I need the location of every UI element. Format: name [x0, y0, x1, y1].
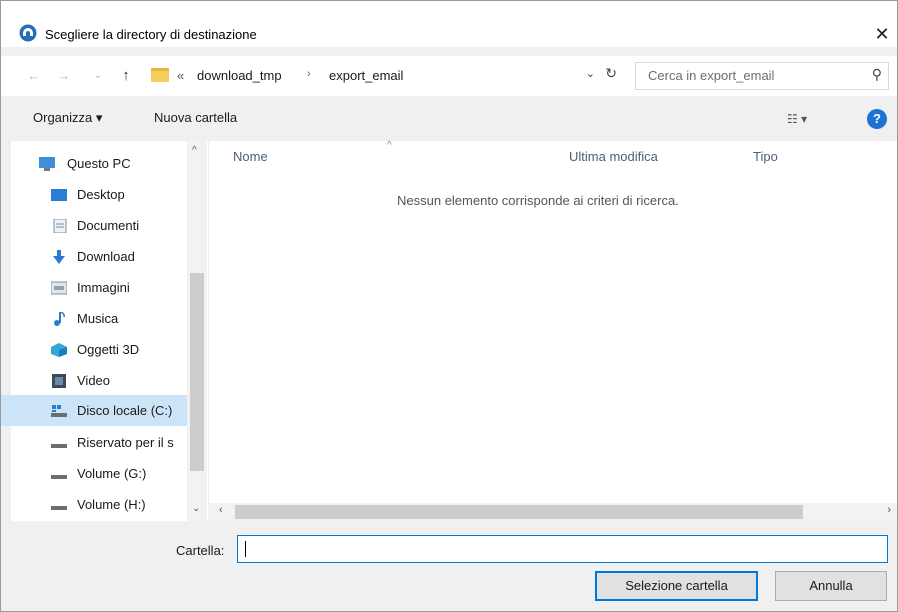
- nav-item-label: Download: [77, 249, 135, 264]
- nav-item-documenti[interactable]: Documenti: [11, 211, 191, 240]
- scrollbar-thumb[interactable]: [190, 273, 204, 471]
- nav-item-label: Volume (H:): [77, 497, 146, 512]
- nav-item-oggetti-3d[interactable]: Oggetti 3D: [11, 335, 191, 364]
- column-header-nome[interactable]: Nome: [233, 149, 268, 164]
- nav-item-immagini[interactable]: Immagini: [11, 273, 191, 302]
- select-folder-button[interactable]: Selezione cartella: [595, 571, 758, 601]
- title-bar: Scegliere la directory di destinazione ✕: [1, 1, 897, 49]
- drive-icon: [51, 444, 67, 448]
- empty-message: Nessun elemento corrisponde ai criteri d…: [397, 193, 679, 208]
- nav-item-label: Oggetti 3D: [77, 342, 140, 357]
- nav-item-label: Questo PC: [67, 156, 131, 171]
- nav-item-label: Disco locale (C:): [77, 403, 173, 418]
- scroll-left-icon[interactable]: ‹: [219, 504, 223, 516]
- drive-icon: [51, 506, 67, 510]
- nav-item-volume-h[interactable]: Volume (H:): [11, 490, 191, 519]
- download-icon: [53, 250, 65, 264]
- nav-item-label: Documenti: [77, 218, 140, 233]
- nav-item-musica[interactable]: Musica: [11, 304, 191, 333]
- new-folder-button[interactable]: Nuova cartella: [154, 110, 237, 125]
- pictures-icon: [51, 281, 67, 295]
- search-icon[interactable]: ⚲: [872, 66, 882, 83]
- breadcrumb-item[interactable]: download_tmp: [197, 68, 282, 83]
- drive-icon: [51, 475, 67, 479]
- command-bar: Organizza ▾ Nuova cartella ☷ ▾ ?: [1, 103, 897, 135]
- breadcrumb-item[interactable]: export_email: [329, 68, 403, 83]
- scroll-right-icon[interactable]: ›: [887, 504, 891, 516]
- sort-ascending-icon: ^: [387, 140, 392, 151]
- nav-item-label: Riservato per il s: [77, 435, 174, 450]
- nav-item-desktop[interactable]: Desktop: [11, 180, 191, 209]
- scrollbar-thumb[interactable]: [235, 505, 803, 519]
- nav-item-video[interactable]: Video: [11, 366, 191, 395]
- text-caret: [245, 541, 246, 557]
- nav-item-label: Desktop: [77, 187, 125, 202]
- organize-button[interactable]: Organizza ▾: [33, 110, 102, 126]
- folder-input[interactable]: [237, 535, 888, 563]
- video-icon: [52, 374, 66, 388]
- cancel-button[interactable]: Annulla: [775, 571, 887, 601]
- app-icon: [19, 24, 37, 42]
- folder-icon: [151, 68, 169, 82]
- nav-item-volume-g[interactable]: Volume (G:): [11, 459, 191, 488]
- search-box[interactable]: Cerca in export_email ⚲: [635, 62, 889, 90]
- file-list: ^ Nome Ultima modifica Tipo Nessun eleme…: [209, 140, 897, 521]
- search-input[interactable]: Cerca in export_email: [648, 68, 774, 83]
- breadcrumb-overflow[interactable]: «: [177, 68, 184, 83]
- column-header-ultima-modifica[interactable]: Ultima modifica: [569, 149, 658, 164]
- nav-item-label: Video: [77, 373, 111, 388]
- nav-item-label: Musica: [77, 311, 119, 326]
- documents-icon: [53, 219, 67, 233]
- column-header-tipo[interactable]: Tipo: [753, 149, 778, 164]
- horizontal-scrollbar[interactable]: ‹ ›: [209, 503, 897, 521]
- folder-label: Cartella:: [176, 543, 225, 558]
- nav-scrollbar[interactable]: ^ ⌄: [187, 141, 207, 521]
- up-arrow-icon[interactable]: ↑: [115, 64, 137, 88]
- nav-item-download[interactable]: Download: [11, 242, 191, 271]
- address-row: ← → ⌄ ↑ « download_tmp › export_email ⌄ …: [1, 56, 897, 96]
- nav-item-questo-pc[interactable]: Questo PC: [11, 149, 191, 178]
- view-options-icon[interactable]: ☷ ▾: [787, 112, 807, 126]
- pc-icon: [39, 157, 55, 171]
- nav-item-label: Volume (G:): [77, 466, 147, 481]
- address-dropdown-icon[interactable]: ⌄: [586, 67, 595, 80]
- scroll-up-icon[interactable]: ^: [192, 145, 197, 156]
- help-icon[interactable]: ?: [867, 109, 887, 129]
- forward-arrow-icon[interactable]: →: [53, 64, 75, 88]
- local-disk-icon: [51, 405, 67, 417]
- address-bar[interactable]: « download_tmp › export_email ⌄ ↻: [147, 62, 625, 90]
- desktop-icon: [51, 189, 67, 201]
- music-icon: [54, 312, 65, 326]
- breadcrumb-separator[interactable]: ›: [307, 68, 311, 80]
- objects-3d-icon: [51, 343, 67, 357]
- nav-item-label: Immagini: [77, 280, 130, 295]
- dialog-title: Scegliere la directory di destinazione: [45, 27, 257, 42]
- scroll-down-icon[interactable]: ⌄: [192, 503, 200, 514]
- navigation-pane: Questo PC Desktop Documenti Download Imm…: [1, 141, 208, 521]
- close-icon[interactable]: ✕: [865, 19, 897, 49]
- back-arrow-icon[interactable]: ←: [23, 64, 45, 88]
- nav-item-disco-locale-c[interactable]: Disco locale (C:): [1, 395, 188, 426]
- recent-locations-icon[interactable]: ⌄: [87, 64, 109, 88]
- refresh-icon[interactable]: ↻: [605, 65, 617, 82]
- folder-picker-dialog: Scegliere la directory di destinazione ✕…: [0, 0, 898, 612]
- nav-item-riservato[interactable]: Riservato per il s: [11, 428, 191, 457]
